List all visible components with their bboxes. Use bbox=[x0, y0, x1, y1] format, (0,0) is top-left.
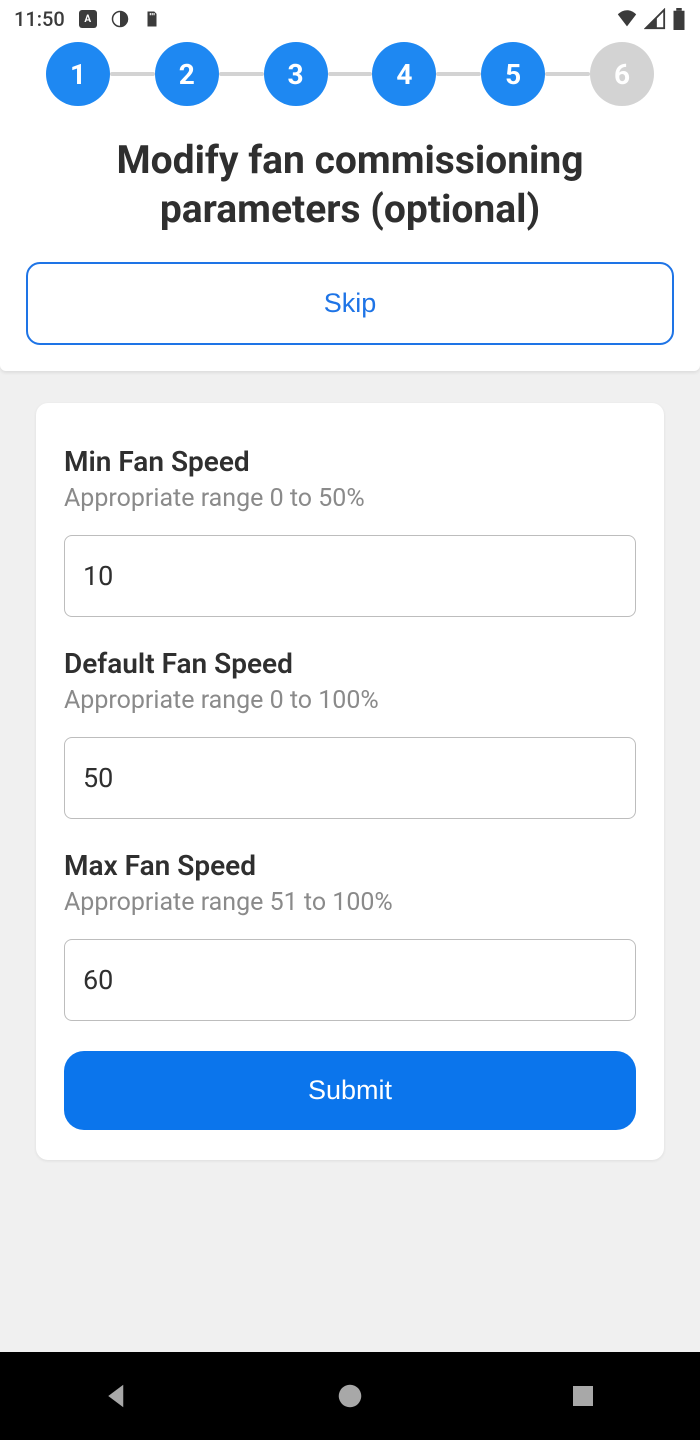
step-connector bbox=[436, 72, 481, 76]
step-2[interactable]: 2 bbox=[155, 42, 219, 106]
max-fan-speed-input[interactable] bbox=[64, 939, 636, 1021]
stepper: 1 2 3 4 5 6 bbox=[26, 34, 674, 136]
home-circle-icon[interactable] bbox=[335, 1381, 365, 1411]
status-bar: 11:50 A bbox=[0, 0, 700, 34]
submit-button[interactable]: Submit bbox=[64, 1051, 636, 1130]
max-fan-speed-label: Max Fan Speed bbox=[64, 849, 636, 882]
status-right bbox=[616, 8, 686, 30]
a-badge-icon: A bbox=[79, 10, 97, 28]
back-triangle-icon[interactable] bbox=[102, 1381, 132, 1411]
cell-icon bbox=[644, 8, 666, 30]
step-connector bbox=[219, 72, 264, 76]
default-fan-speed-input[interactable] bbox=[64, 737, 636, 819]
step-connector bbox=[545, 72, 590, 76]
max-fan-speed-hint: Appropriate range 51 to 100% bbox=[64, 888, 636, 917]
status-clock: 11:50 bbox=[14, 7, 65, 31]
min-fan-speed-hint: Appropriate range 0 to 50% bbox=[64, 484, 636, 513]
step-connector bbox=[110, 72, 155, 76]
field-min-fan-speed: Min Fan Speed Appropriate range 0 to 50% bbox=[64, 445, 636, 617]
default-fan-speed-label: Default Fan Speed bbox=[64, 647, 636, 680]
field-max-fan-speed: Max Fan Speed Appropriate range 51 to 10… bbox=[64, 849, 636, 1021]
status-left: 11:50 A bbox=[14, 7, 161, 31]
step-5[interactable]: 5 bbox=[481, 42, 545, 106]
step-connector bbox=[328, 72, 373, 76]
sd-card-icon bbox=[143, 10, 161, 28]
field-default-fan-speed: Default Fan Speed Appropriate range 0 to… bbox=[64, 647, 636, 819]
step-3[interactable]: 3 bbox=[264, 42, 328, 106]
step-1[interactable]: 1 bbox=[46, 42, 110, 106]
default-fan-speed-hint: Appropriate range 0 to 100% bbox=[64, 686, 636, 715]
header-card: 1 2 3 4 5 6 Modify fan commissioning par… bbox=[0, 34, 700, 371]
form-card: Min Fan Speed Appropriate range 0 to 50%… bbox=[36, 403, 664, 1160]
skip-button[interactable]: Skip bbox=[26, 262, 674, 345]
recent-square-icon[interactable] bbox=[568, 1381, 598, 1411]
step-4[interactable]: 4 bbox=[372, 42, 436, 106]
min-fan-speed-input[interactable] bbox=[64, 535, 636, 617]
system-nav-bar bbox=[0, 1352, 700, 1440]
page-title: Modify fan commissioning parameters (opt… bbox=[26, 136, 674, 262]
wifi-icon bbox=[616, 8, 638, 30]
min-fan-speed-label: Min Fan Speed bbox=[64, 445, 636, 478]
step-6[interactable]: 6 bbox=[590, 42, 654, 106]
battery-icon bbox=[672, 8, 686, 30]
contrast-icon bbox=[111, 10, 129, 28]
